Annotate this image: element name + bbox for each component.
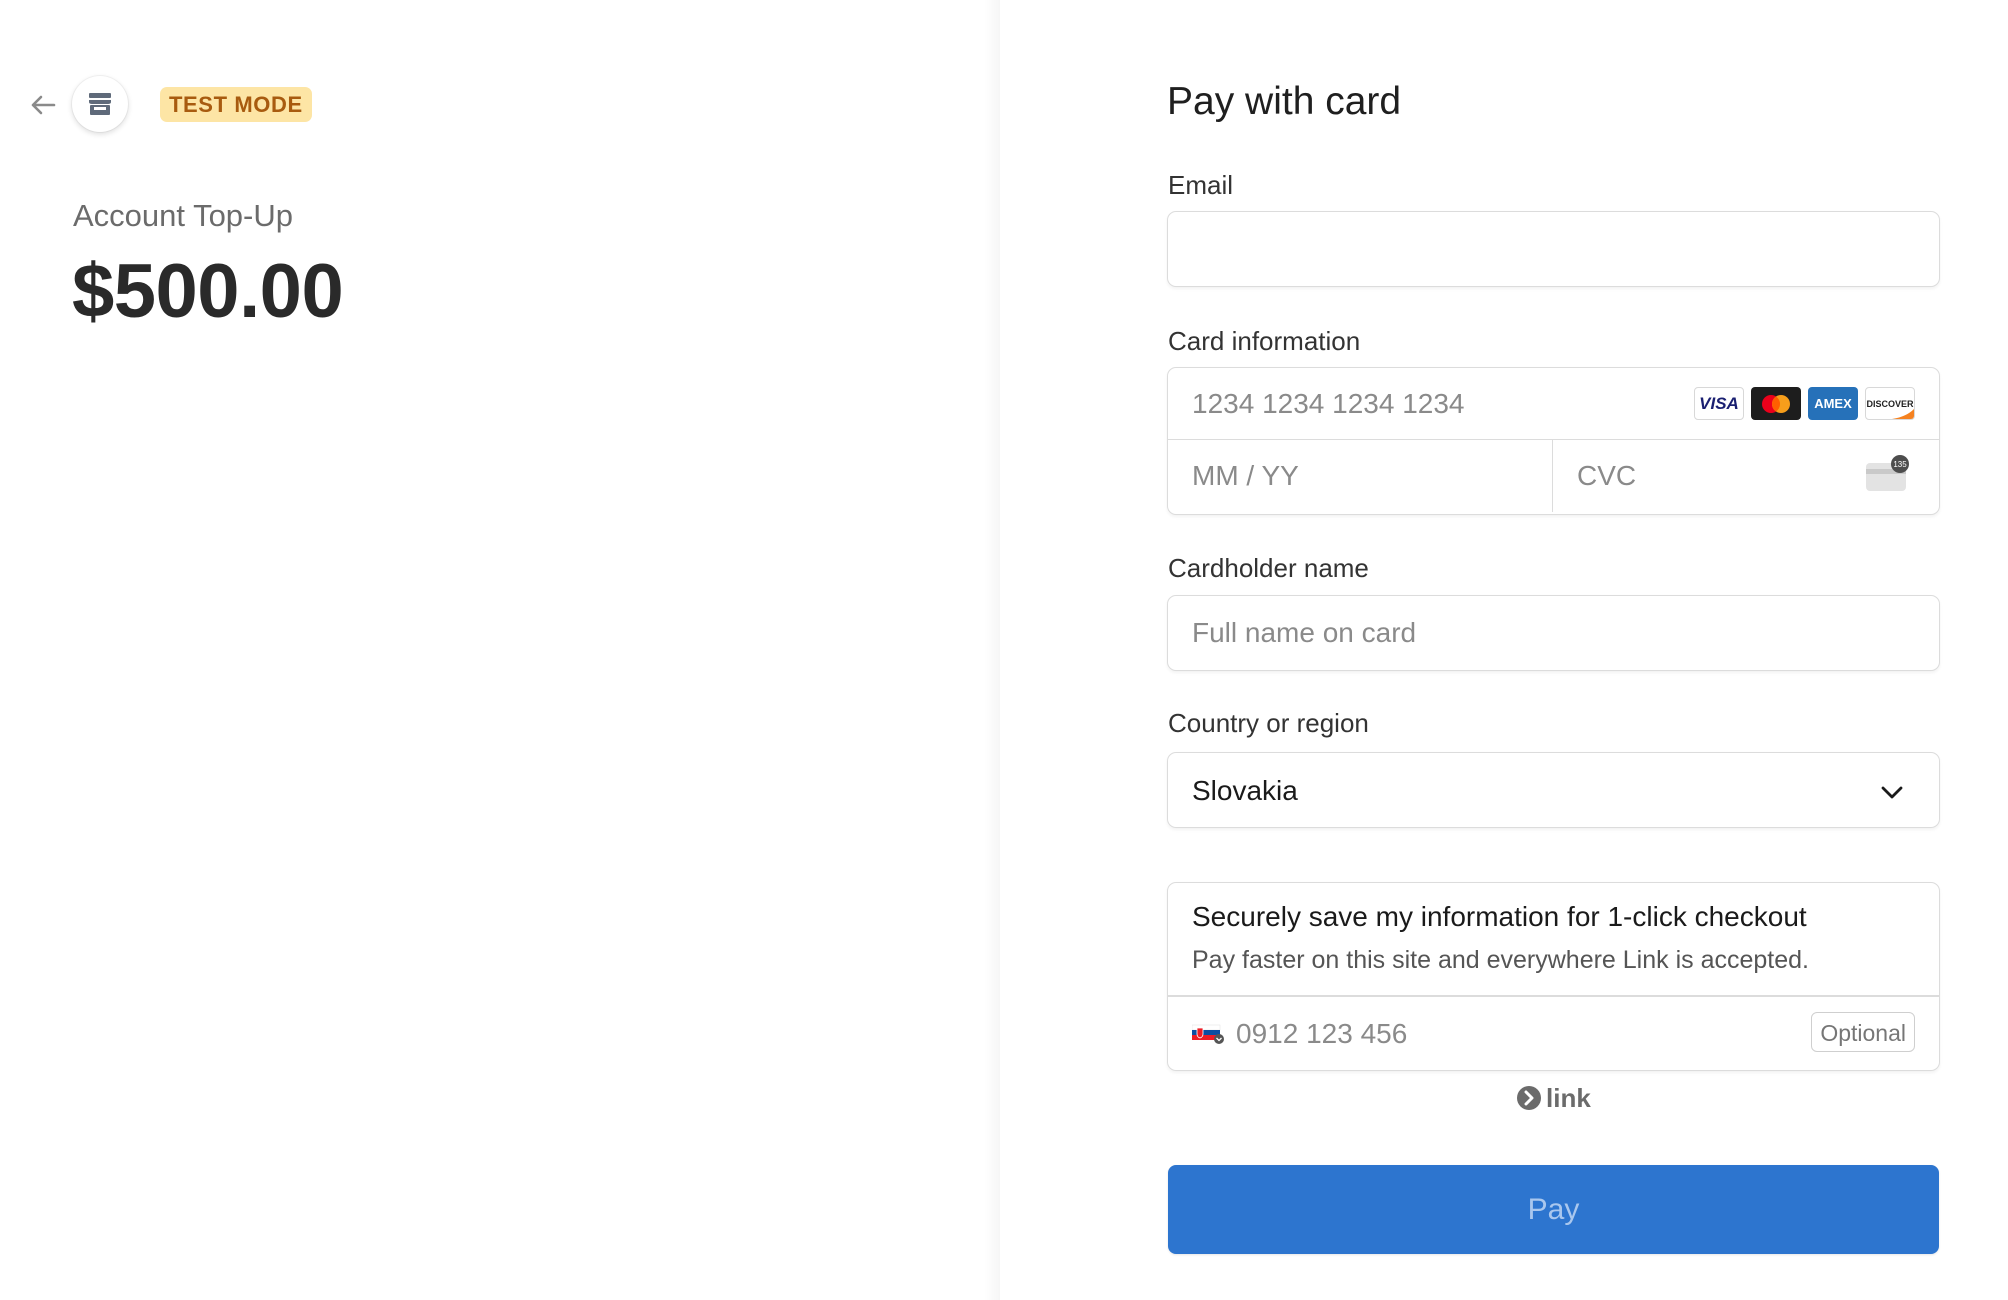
link-brand-label: link (1546, 1082, 1591, 1113)
expiry-input[interactable] (1168, 440, 1552, 512)
card-number-input[interactable] (1168, 368, 1668, 439)
discover-icon: DISCOVER (1865, 387, 1915, 420)
store-icon (89, 93, 111, 115)
phone-row: Optional (1168, 997, 1939, 1070)
order-summary-panel: TEST MODE Account Top-Up $500.00 (0, 0, 1000, 1300)
cardholder-name-input[interactable] (1168, 596, 1939, 670)
product-name: Account Top-Up (73, 198, 293, 233)
card-brand-logos: VISA AMEX DISCOVER (1694, 387, 1915, 420)
cvc-field-container: 135 (1553, 440, 1938, 512)
expiry-field-container (1168, 440, 1553, 512)
discover-label: DISCOVER (1866, 398, 1914, 409)
country-selected-value: Slovakia (1192, 775, 1298, 806)
pay-button[interactable]: Pay (1168, 1165, 1939, 1254)
email-label: Email (1168, 170, 1234, 200)
link-icon (1517, 1086, 1541, 1110)
cardholder-name-label: Cardholder name (1168, 553, 1369, 583)
card-number-row: VISA AMEX DISCOVER (1168, 368, 1939, 440)
chevron-down-icon (1881, 786, 1903, 799)
card-information-label: Card information (1168, 326, 1361, 356)
form-title: Pay with card (1167, 80, 1402, 123)
slovakia-flag-icon[interactable] (1192, 1023, 1224, 1045)
svg-text:135: 135 (1893, 460, 1907, 469)
country-label: Country or region (1168, 708, 1369, 738)
email-field[interactable] (1168, 212, 1939, 286)
card-information-group: VISA AMEX DISCOVER (1167, 367, 1940, 515)
link-save-info-box: Securely save my information for 1-click… (1167, 882, 1940, 1071)
total-amount: $500.00 (72, 249, 344, 334)
phone-number-input[interactable] (1236, 997, 1736, 1070)
optional-badge: Optional (1811, 1012, 1915, 1052)
store-logo (72, 76, 128, 132)
test-mode-badge: TEST MODE (160, 87, 312, 122)
link-logo: link (1516, 1082, 1591, 1114)
mastercard-icon (1751, 387, 1801, 420)
panel-divider (984, 0, 1000, 1300)
visa-icon: VISA (1694, 387, 1744, 420)
country-select[interactable]: Slovakia (1167, 752, 1940, 828)
email-field-container (1167, 211, 1940, 287)
card-cvc-icon: 135 (1866, 455, 1909, 491)
amex-icon: AMEX (1808, 387, 1858, 420)
link-save-description: Pay faster on this site and everywhere L… (1192, 946, 1809, 974)
link-save-title: Securely save my information for 1-click… (1192, 901, 1807, 932)
arrow-left-icon[interactable] (28, 90, 58, 120)
cardholder-name-container (1167, 595, 1940, 671)
